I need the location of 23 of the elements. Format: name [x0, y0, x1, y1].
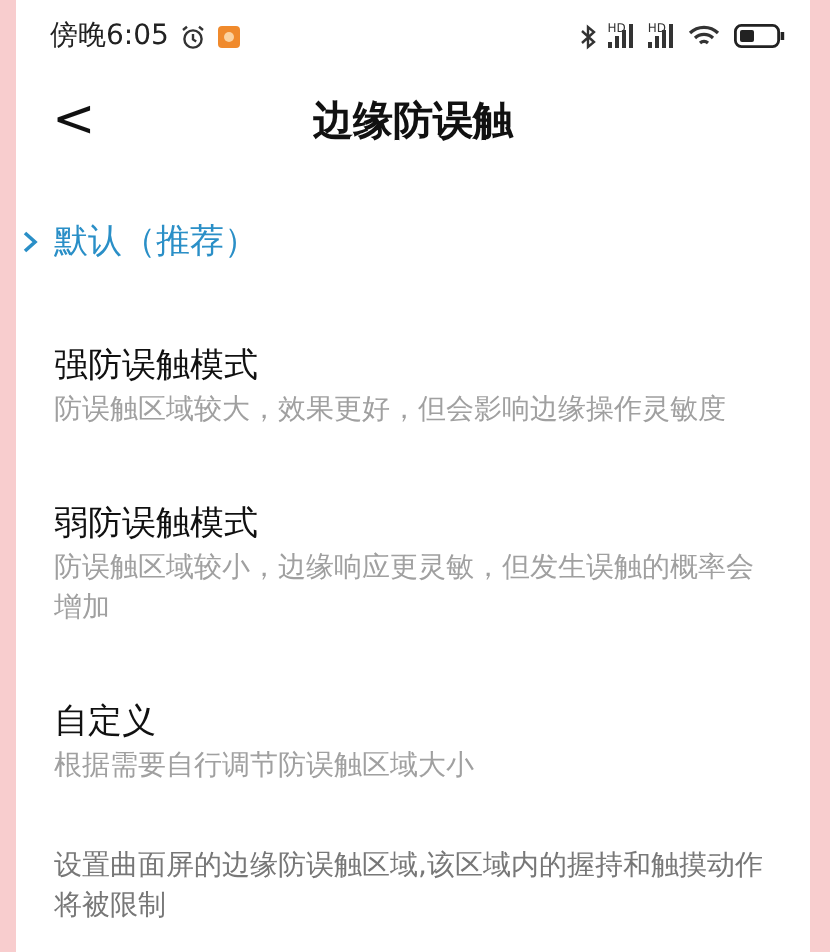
option-description: 防误触区域较小，边缘响应更灵敏，但发生误触的概率会增加: [54, 550, 756, 628]
option-item[interactable]: 默认（推荐）: [54, 220, 770, 264]
option-title: 自定义: [54, 700, 156, 744]
footer-note: 设置曲面屏的边缘防误触区域,该区域内的握持和触摸动作将被限制: [52, 848, 765, 926]
option-title: 弱防误触模式: [54, 502, 258, 546]
app-notification-icon: [218, 25, 241, 47]
option-item[interactable]: 弱防误触模式 防误触区域较小，边缘响应更灵敏，但发生误触的概率会增加: [54, 502, 770, 628]
option-title: 默认（推荐）: [54, 220, 258, 264]
page-title: 边缘防误触: [311, 93, 516, 147]
signal-icon: [648, 24, 676, 48]
status-time: 傍晚6:05: [50, 18, 169, 54]
option-item[interactable]: 强防误触模式 防误触区域较大，效果更好，但会影响边缘操作灵敏度: [54, 344, 770, 430]
option-title: 强防误触模式: [54, 344, 258, 388]
wifi-icon: [688, 24, 722, 48]
bluetooth-icon: [579, 23, 596, 49]
option-item[interactable]: 自定义 根据需要自行调节防误触区域大小: [54, 700, 770, 786]
alarm-clock-icon: [180, 23, 207, 49]
option-description: 根据需要自行调节防误触区域大小: [54, 748, 476, 786]
option-description: 防误触区域较大，效果更好，但会影响边缘操作灵敏度: [54, 392, 728, 430]
battery-icon: [734, 24, 786, 48]
chevron-right-icon: [22, 230, 38, 254]
signal-icon: [607, 24, 636, 48]
back-button[interactable]: <: [44, 94, 104, 146]
